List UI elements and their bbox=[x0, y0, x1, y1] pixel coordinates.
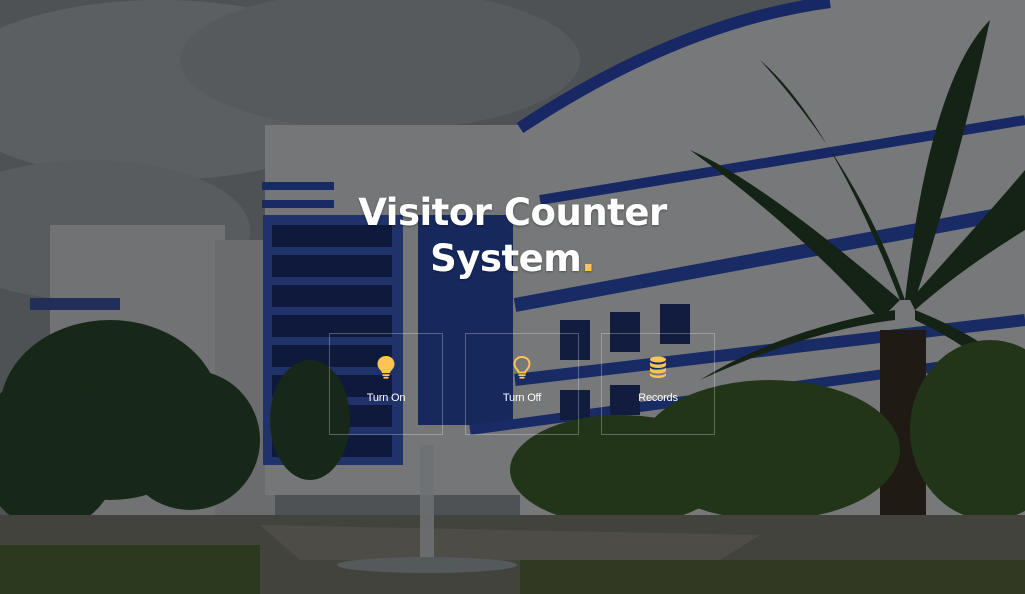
lightbulb-on-icon bbox=[374, 354, 398, 380]
turn-off-button[interactable]: Turn Off bbox=[465, 333, 579, 435]
title-accent-dot: . bbox=[581, 237, 595, 280]
records-label: Records bbox=[638, 392, 678, 404]
lightbulb-off-icon bbox=[510, 354, 534, 380]
background-overlay bbox=[0, 0, 1025, 594]
turn-off-label: Turn Off bbox=[502, 392, 542, 404]
page-title: Visitor Counter System. bbox=[0, 190, 1025, 282]
database-icon bbox=[646, 354, 670, 380]
turn-on-button[interactable]: Turn On bbox=[329, 333, 443, 435]
turn-on-label: Turn On bbox=[366, 392, 406, 404]
records-button[interactable]: Records bbox=[601, 333, 715, 435]
title-line-2-text: System bbox=[430, 237, 582, 280]
page: Visitor Counter System. Turn On Turn Off… bbox=[0, 0, 1025, 594]
title-line-2: System. bbox=[0, 236, 1025, 282]
action-boxes: Turn On Turn Off Records bbox=[329, 333, 715, 435]
title-line-1: Visitor Counter bbox=[358, 191, 667, 234]
hero-section: Visitor Counter System. bbox=[0, 190, 1025, 282]
